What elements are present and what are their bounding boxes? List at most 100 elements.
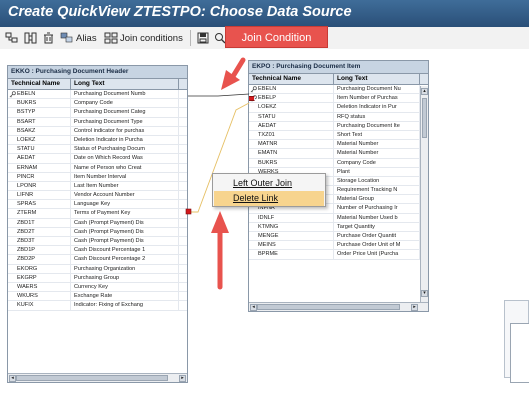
ekko-horizontal-scrollbar[interactable]: ◂ ▸ <box>8 373 187 382</box>
ekpo-row[interactable]: STATU RFQ status <box>249 112 428 122</box>
ekko-row[interactable]: ZBD1T Cash (Prompt Payment) Dis <box>8 218 187 228</box>
ekpo-scroll-up-icon[interactable]: ▴ <box>421 88 428 95</box>
ekpo-scroll-thumb[interactable] <box>257 304 400 310</box>
ekko-table[interactable]: EKKO : Purchasing Document Header Techni… <box>7 65 188 383</box>
ekpo-technical-name: TXZ01 <box>249 130 334 140</box>
ekko-row[interactable]: BSTYP Purchasing Document Categ <box>8 108 187 118</box>
ekpo-technical-name: MEINS <box>249 241 334 250</box>
ekko-row[interactable]: LOEKZ Deletion Indicator in Purcha <box>8 135 187 146</box>
ekko-row[interactable]: LPONR Last Item Number <box>8 181 187 192</box>
ekpo-row[interactable]: KTMNG Target Quantity <box>249 222 428 232</box>
ekko-row[interactable]: PINCR Item Number Interval <box>8 172 187 182</box>
ekko-col-technical-name: Technical Name <box>8 79 71 89</box>
ekko-row[interactable]: EKORG Purchasing Organization <box>8 264 187 274</box>
ekpo-scroll-down-icon[interactable]: ▾ <box>421 290 428 297</box>
ekpo-long-text: Deletion Indicator in Pur <box>334 103 420 112</box>
ekpo-long-text: Short Text <box>334 130 420 140</box>
ekpo-row[interactable]: AEDAT Purchasing Document Ite <box>249 121 428 131</box>
ekko-row[interactable]: ZBD1P Cash Discount Percentage 1 <box>8 246 187 256</box>
ekko-long-text: Purchasing Group <box>71 273 179 282</box>
ekko-row[interactable]: WKURS Exchange Rate <box>8 292 187 302</box>
ekko-long-text: Cash Discount Percentage 1 <box>71 246 179 255</box>
ekko-tech-text: BSART <box>17 118 36 125</box>
ekpo-row[interactable]: MATNR Material Number <box>249 140 428 150</box>
ekko-tech-text: WAERS <box>17 283 38 290</box>
ekko-technical-name: SPRAS <box>8 200 71 209</box>
ekko-tech-text: ERNAM <box>17 164 38 171</box>
ekko-row[interactable]: BSART Purchasing Document Type <box>8 117 187 127</box>
ekko-tech-text: BUKRS <box>17 100 37 107</box>
ekpo-long-text: Plant <box>334 167 420 176</box>
ekpo-tech-text: AEDAT <box>258 122 277 129</box>
ekko-row[interactable]: ERNAM Name of Person who Creat <box>8 163 187 173</box>
ekpo-technical-name: IDNLF <box>249 213 334 222</box>
ekko-tech-text: SPRAS <box>17 201 36 208</box>
link-handle-right[interactable] <box>249 96 255 102</box>
ekko-tech-text: BSTYP <box>17 109 36 116</box>
ekko-scroll-thumb[interactable] <box>16 375 168 381</box>
ekko-tech-text: EBELN <box>17 91 36 97</box>
ekpo-row[interactable]: EMATN Material Number <box>249 149 428 159</box>
ekko-long-text: Cash Discount Percentage 2 <box>71 255 179 264</box>
ekko-technical-name: BUKRS <box>8 99 71 108</box>
ekpo-tech-text: MEINS <box>258 242 276 249</box>
ekpo-tech-text: MATNR <box>258 141 278 148</box>
ekpo-horizontal-scrollbar[interactable]: ◂ ▸ <box>249 302 428 311</box>
ekko-long-text: Purchasing Document Categ <box>71 108 179 117</box>
ekpo-technical-name: BPRME <box>249 250 334 259</box>
ekko-row[interactable]: AEDAT Date on Which Record Was <box>8 154 187 164</box>
join-conditions-label: Join conditions <box>120 32 183 44</box>
join-icon[interactable] <box>24 30 37 46</box>
ekko-tech-text: ZBD1P <box>17 247 36 254</box>
insert-table-icon[interactable] <box>5 30 18 46</box>
ekpo-row[interactable]: IDNLF Material Number Used b <box>249 213 428 223</box>
ekpo-row[interactable]: MENGE Purchase Order Quantit <box>249 232 428 242</box>
ekko-technical-name: ZBD1P <box>8 246 71 255</box>
menu-item-left-outer-join[interactable]: Left Outer Join <box>214 176 324 191</box>
ekko-row[interactable]: BUKRS Company Code <box>8 99 187 109</box>
ekpo-tech-text: IDNLF <box>258 214 275 221</box>
ekko-technical-name: EKORG <box>8 264 71 273</box>
ekko-row[interactable]: ZTERM Terms of Payment Key <box>8 209 187 219</box>
ekko-row[interactable]: SPRAS Language Key <box>8 200 187 210</box>
ekko-row[interactable]: EBELN Purchasing Document Numb <box>8 90 187 100</box>
ekpo-row[interactable]: EBELN Purchasing Document Nu <box>249 85 428 95</box>
ekpo-long-text: Requirement Tracking N <box>334 186 420 195</box>
ekpo-tech-text: EBELP <box>258 95 277 102</box>
ekpo-long-text: Material Group <box>334 195 420 204</box>
delete-icon[interactable] <box>43 30 54 46</box>
ekko-tech-text: EKGRP <box>17 274 37 281</box>
ekpo-table-title: EKPO : Purchasing Document Item <box>249 61 428 74</box>
ekpo-row[interactable]: BUKRS Company Code <box>249 158 428 168</box>
ekpo-row[interactable]: MEINS Purchase Order Unit of M <box>249 241 428 251</box>
ekko-scroll-left-icon[interactable]: ◂ <box>9 375 16 382</box>
join-conditions-icon <box>104 32 118 44</box>
menu-item-delete-link[interactable]: Delete Link <box>214 191 324 206</box>
ekko-tech-text: LIFNR <box>17 192 34 199</box>
ekko-row[interactable]: KUFIX Indicator: Fixing of Exchang <box>8 301 187 311</box>
ekko-scroll-right-icon[interactable]: ▸ <box>179 375 186 382</box>
ekpo-row[interactable]: BPRME Order Price Unit (Purcha <box>249 250 428 260</box>
ekpo-row[interactable]: EBELP Item Number of Purchas <box>249 94 428 104</box>
alias-button[interactable]: Alias <box>60 30 97 46</box>
ekko-row[interactable]: ZBD2P Cash Discount Percentage 2 <box>8 255 187 265</box>
ekpo-scroll-left-icon[interactable]: ◂ <box>250 304 257 311</box>
ekpo-row[interactable]: TXZ01 Short Text <box>249 130 428 141</box>
ekko-row[interactable]: LIFNR Vendor Account Number <box>8 191 187 201</box>
ekpo-row[interactable]: LOEKZ Deletion Indicator in Pur <box>249 103 428 113</box>
ekpo-scroll-right-icon[interactable]: ▸ <box>411 304 418 311</box>
ekko-long-text: Cash (Prompt Payment) Dis <box>71 218 179 227</box>
ekko-row[interactable]: ZBD3T Cash (Prompt Payment) Dis <box>8 237 187 247</box>
ekko-row[interactable]: EKGRP Purchasing Group <box>8 273 187 283</box>
ekko-tech-text: AEDAT <box>17 155 36 162</box>
ekko-row[interactable]: ZBD2T Cash (Prompt Payment) Dis <box>8 227 187 237</box>
ekko-tech-text: PINCR <box>17 173 35 180</box>
join-conditions-button[interactable]: Join conditions <box>104 30 183 46</box>
ekko-row[interactable]: WAERS Currency Key <box>8 282 187 293</box>
ekpo-vscroll-thumb[interactable] <box>422 98 427 138</box>
ekpo-vertical-scrollbar[interactable]: ▴ ▾ <box>420 86 428 302</box>
ekko-long-text: Date on Which Record Was <box>71 154 179 163</box>
ekko-row[interactable]: BSAKZ Control indicator for purchas <box>8 126 187 136</box>
ekko-row[interactable]: STATU Status of Purchasing Docum <box>8 145 187 155</box>
save-icon[interactable] <box>197 30 209 46</box>
